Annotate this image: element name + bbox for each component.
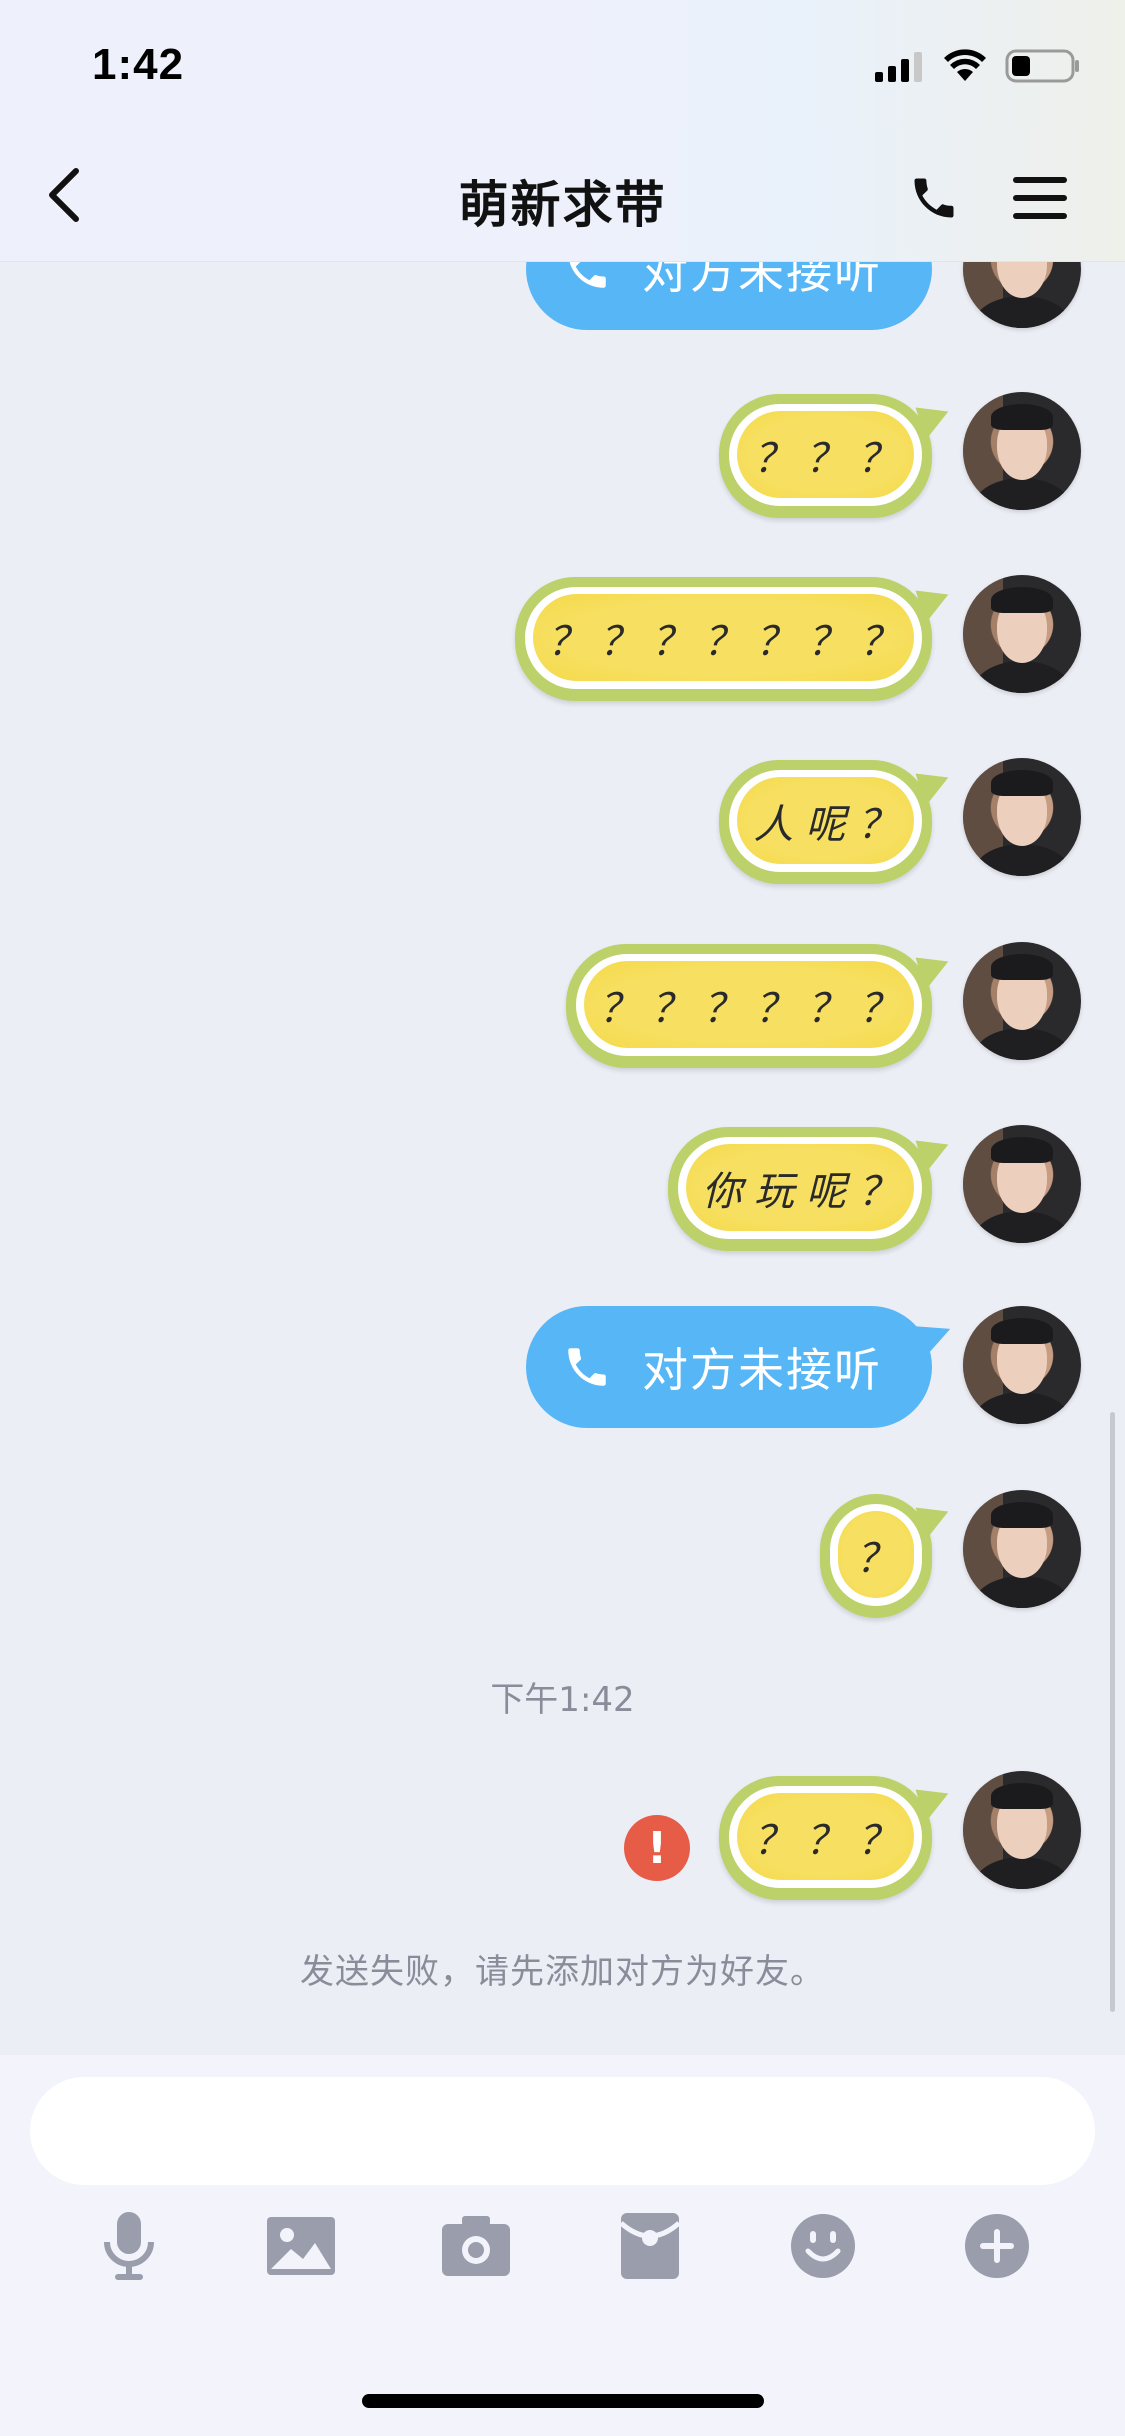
message-input[interactable] — [30, 2077, 1095, 2185]
menu-icon[interactable] — [1013, 174, 1067, 222]
emoji-icon[interactable] — [788, 2210, 858, 2282]
message-bubble[interactable]: ？？？？？？？ — [515, 577, 932, 701]
composer — [0, 2055, 1125, 2436]
avatar[interactable] — [963, 1125, 1081, 1243]
wifi-icon — [944, 49, 986, 81]
composer-toolbar — [0, 2210, 1125, 2300]
battery-icon — [1005, 49, 1079, 83]
avatar[interactable] — [963, 1771, 1081, 1889]
avatar[interactable] — [963, 575, 1081, 693]
status-icons — [873, 48, 1081, 84]
avatar[interactable] — [963, 1490, 1081, 1608]
message-list[interactable]: 对方未接听 ？？？ ？？？？？？？ 人呢？ ？？？？？？ 你玩呢？ 对方未接听 … — [0, 0, 1125, 2055]
system-notice: 发送失败，请先添加对方为好友。 — [300, 1952, 825, 1992]
message-text: ？？？ — [737, 411, 914, 498]
scrollbar[interactable] — [1110, 1412, 1115, 2012]
avatar[interactable] — [963, 392, 1081, 510]
avatar[interactable] — [963, 758, 1081, 876]
phone-call-icon[interactable] — [908, 172, 960, 224]
camera-icon[interactable] — [441, 2210, 511, 2282]
message-text: 你玩呢？ — [686, 1144, 914, 1231]
message-text: ？ — [838, 1511, 914, 1598]
message-bubble[interactable]: ？？？ — [719, 394, 932, 518]
status-time: 1:42 — [92, 40, 185, 89]
call-status-text: 对方未接听 — [642, 1343, 882, 1397]
message-bubble[interactable]: 人呢？ — [719, 760, 932, 884]
message-text: 人呢？ — [737, 777, 914, 864]
image-icon[interactable] — [266, 2210, 336, 2282]
home-indicator[interactable] — [362, 2394, 764, 2408]
message-text: ？？？？？？ — [584, 961, 914, 1048]
message-timestamp: 下午1:42 — [490, 1680, 635, 1720]
header: 1:42 萌新求带 — [0, 0, 1125, 262]
missed-call-bubble[interactable]: 对方未接听 — [526, 1306, 932, 1428]
avatar[interactable] — [963, 1306, 1081, 1424]
microphone-icon[interactable] — [94, 2210, 164, 2282]
red-packet-icon[interactable] — [615, 2210, 685, 2282]
message-bubble[interactable]: 你玩呢？ — [668, 1127, 932, 1251]
phone-icon — [568, 1348, 606, 1386]
message-bubble[interactable]: ？？？ — [719, 1776, 932, 1900]
message-text: ？？？ — [737, 1793, 914, 1880]
message-bubble[interactable]: ？？？？？？ — [566, 944, 932, 1068]
send-failed-icon[interactable]: ! — [624, 1815, 690, 1881]
plus-icon[interactable] — [962, 2210, 1032, 2282]
signal-icon — [875, 52, 922, 82]
message-text: ？？？？？？？ — [533, 594, 914, 681]
avatar[interactable] — [963, 942, 1081, 1060]
message-bubble[interactable]: ？ — [820, 1494, 932, 1618]
